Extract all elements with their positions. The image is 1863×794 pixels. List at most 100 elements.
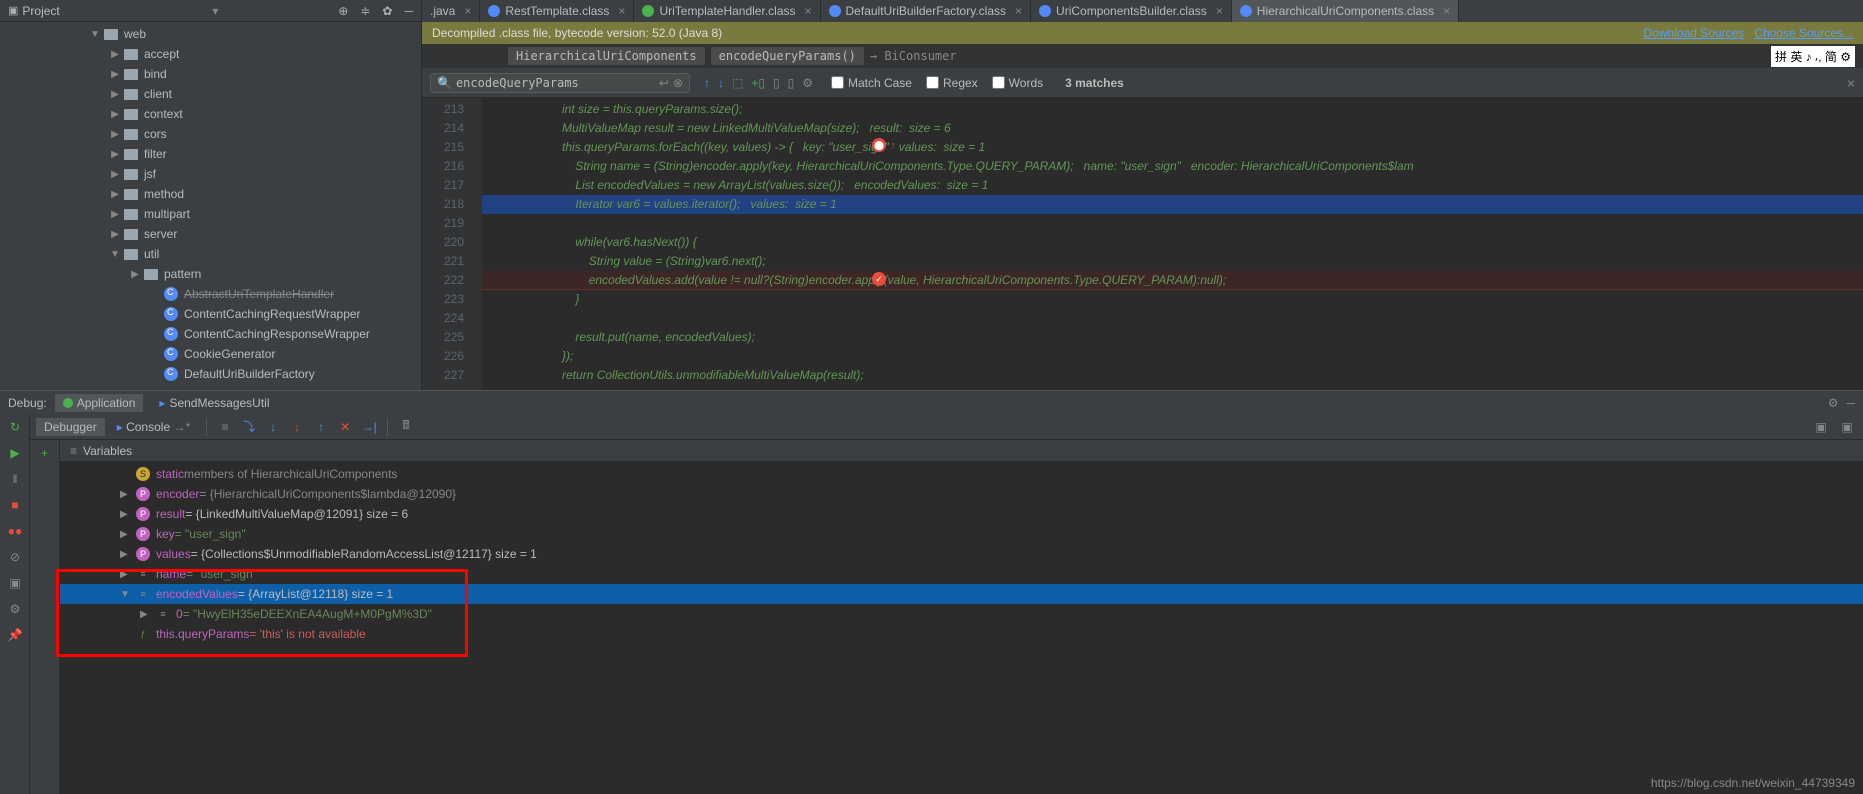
mute-icon[interactable]: ⊘ [0, 544, 30, 570]
target-icon[interactable]: ⊕ [338, 4, 348, 18]
debug-header: Debug: Application ▸SendMessagesUtil ⚙ ─ [0, 390, 1863, 414]
add-selection-icon[interactable]: +▯ [751, 76, 765, 90]
tree-item-pattern[interactable]: ▶pattern [0, 264, 421, 284]
var-result[interactable]: ▶Presult = {LinkedMultiValueMap@12091} s… [60, 504, 1863, 524]
drop-frame-icon[interactable]: ✕ [335, 420, 355, 434]
run-to-cursor-icon[interactable]: →| [359, 420, 379, 434]
next-match-icon[interactable]: ↓ [718, 76, 724, 90]
tree-item-client[interactable]: ▶client [0, 84, 421, 104]
settings-icon[interactable]: ✿ [382, 4, 392, 18]
vars-left-toolbar: + [30, 440, 60, 794]
editor-tabs: .java×RestTemplate.class×UriTemplateHand… [422, 0, 1863, 22]
var-encoder[interactable]: ▶Pencoder = {HierarchicalUriComponents$l… [60, 484, 1863, 504]
search-input[interactable] [456, 76, 659, 90]
tree-item-contentcachingresponsewrapper[interactable]: ContentCachingResponseWrapper [0, 324, 421, 344]
tree-item-method[interactable]: ▶method [0, 184, 421, 204]
tree-item-contentcachingrequestwrapper[interactable]: ContentCachingRequestWrapper [0, 304, 421, 324]
tab-debugger[interactable]: Debugger [36, 418, 105, 436]
breakpoint-active-icon[interactable]: ✓ [872, 272, 886, 286]
find-bar: 🔍 ↩ ⊗ ↑ ↓ ⬚ +▯ ▯ ▯ ⚙ Match Case Regex Wo… [422, 68, 1863, 98]
regex-checkbox[interactable]: Regex [926, 76, 978, 90]
var-key[interactable]: ▶Pkey = "user_sign" [60, 524, 1863, 544]
breakpoints-icon[interactable]: ●● [0, 518, 30, 544]
code-editor[interactable]: 2132142152162172182192202212222232242252… [422, 98, 1863, 390]
dropdown-icon[interactable]: ▾ [212, 4, 218, 18]
tab-uricomponentsbuilder-class[interactable]: UriComponentsBuilder.class× [1031, 0, 1232, 22]
threads-icon[interactable]: ≡ [215, 420, 235, 434]
var-encodedValues[interactable]: ▼≡encodedValues = {ArrayList@12118} size… [60, 584, 1863, 604]
code-content[interactable]: int size = this.queryParams.size(); Mult… [482, 98, 1863, 390]
tree-item-context[interactable]: ▶context [0, 104, 421, 124]
settings2-icon[interactable]: ▣ [1837, 420, 1857, 434]
var-values[interactable]: ▶Pvalues = {Collections$UnmodifiableRand… [60, 544, 1863, 564]
tab-uritemplatehandler-class[interactable]: UriTemplateHandler.class× [634, 0, 820, 22]
clear-icon[interactable]: ⊗ [673, 76, 683, 90]
add-watch-icon[interactable]: + [30, 440, 59, 466]
editor-area: .java×RestTemplate.class×UriTemplateHand… [422, 0, 1863, 390]
search-icon: 🔍 [437, 76, 452, 90]
project-icon: ▣ [8, 4, 18, 17]
download-sources-link[interactable]: Download Sources [1644, 26, 1745, 40]
tab-console[interactable]: ▸ Console →* [109, 418, 198, 436]
force-step-into-icon[interactable]: ↓ [287, 420, 307, 434]
stop-icon[interactable]: ■ [0, 492, 30, 518]
tree-item-server[interactable]: ▶server [0, 224, 421, 244]
find-settings-icon[interactable]: ⚙ [802, 76, 813, 90]
filter-icon[interactable]: ▯ [788, 76, 795, 90]
tree-item-defaulturibuilderfactory[interactable]: DefaultUriBuilderFactory [0, 364, 421, 384]
tab-resttemplate-class[interactable]: RestTemplate.class× [480, 0, 634, 22]
close-find-icon[interactable]: × [1847, 75, 1855, 91]
layout-icon[interactable]: ▣ [0, 570, 30, 596]
banner-text: Decompiled .class file, bytecode version… [432, 26, 722, 40]
more-icon[interactable]: 📌 [0, 622, 30, 648]
tree-item-web[interactable]: ▼web [0, 24, 421, 44]
var-0[interactable]: ▶≡0 = "HwyElH35eDEEXnEA4AugM+M0PgM%3D" [60, 604, 1863, 624]
step-into-icon[interactable]: ↓ [263, 420, 283, 434]
breakpoint-icon[interactable]: ⬤ [872, 138, 886, 152]
select-all-icon[interactable]: ⬚ [732, 76, 743, 90]
ime-indicator: 拼 英 ♪ ⸴, 简 ⚙ [1771, 46, 1855, 67]
project-tree[interactable]: ▼web▶accept▶bind▶client▶context▶cors▶fil… [0, 22, 421, 390]
breadcrumb: HierarchicalUriComponents encodeQueryPar… [422, 44, 1863, 68]
rerun-icon[interactable]: ↻ [0, 414, 30, 440]
tree-item-util[interactable]: ▼util [0, 244, 421, 264]
words-checkbox[interactable]: Words [992, 76, 1043, 90]
tree-item-jsf[interactable]: ▶jsf [0, 164, 421, 184]
debug-tab-sendmessages[interactable]: ▸SendMessagesUtil [151, 394, 277, 412]
evaluate-icon[interactable]: 🖩 [396, 416, 416, 437]
tree-item-filter[interactable]: ▶filter [0, 144, 421, 164]
hide-icon[interactable]: ─ [404, 4, 413, 18]
history-icon[interactable]: ↩ [659, 76, 669, 90]
var-this-queryParams[interactable]: ƒthis.queryParams = 'this' is not availa… [60, 624, 1863, 644]
debug-tab-application[interactable]: Application [55, 394, 144, 412]
tab-hierarchicaluricomponents-class[interactable]: HierarchicalUriComponents.class× [1232, 0, 1459, 22]
tab--java[interactable]: .java× [422, 0, 480, 22]
resume-icon[interactable]: ▶ [0, 440, 30, 466]
step-out-icon[interactable]: ↑ [311, 420, 331, 434]
pin-icon[interactable]: ⚙ [0, 596, 30, 622]
var-name[interactable]: ▶≡name = "user_sign" [60, 564, 1863, 584]
breadcrumb-method[interactable]: encodeQueryParams() [711, 47, 864, 65]
remove-selection-icon[interactable]: ▯ [773, 76, 780, 90]
prev-match-icon[interactable]: ↑ [704, 76, 710, 90]
collapse-icon[interactable]: ≑ [360, 4, 370, 18]
breadcrumb-lambda[interactable]: → BiConsumer [870, 49, 957, 63]
tree-item-cookiegenerator[interactable]: CookieGenerator [0, 344, 421, 364]
restore-layout-icon[interactable]: ▣ [1811, 420, 1831, 434]
tree-item-bind[interactable]: ▶bind [0, 64, 421, 84]
breadcrumb-class[interactable]: HierarchicalUriComponents [508, 47, 705, 65]
step-over-icon[interactable]: ⤵ [239, 418, 259, 435]
tree-item-cors[interactable]: ▶cors [0, 124, 421, 144]
debug-hide-icon[interactable]: ─ [1846, 396, 1855, 410]
pause-icon[interactable]: ‖ [0, 466, 30, 492]
tree-item-abstracturitemplatehandler[interactable]: AbstractUriTemplateHandler [0, 284, 421, 304]
debug-settings-icon[interactable]: ⚙ [1828, 396, 1839, 410]
choose-sources-link[interactable]: Choose Sources... [1754, 26, 1853, 40]
tree-item-multipart[interactable]: ▶multipart [0, 204, 421, 224]
variables-panel[interactable]: Sstatic members of HierarchicalUriCompon… [60, 462, 1863, 794]
var-static[interactable]: Sstatic members of HierarchicalUriCompon… [60, 464, 1863, 484]
warning-icon: ↑ [886, 138, 900, 152]
match-case-checkbox[interactable]: Match Case [831, 76, 912, 90]
tree-item-accept[interactable]: ▶accept [0, 44, 421, 64]
tab-defaulturibuilderfactory-class[interactable]: DefaultUriBuilderFactory.class× [821, 0, 1032, 22]
